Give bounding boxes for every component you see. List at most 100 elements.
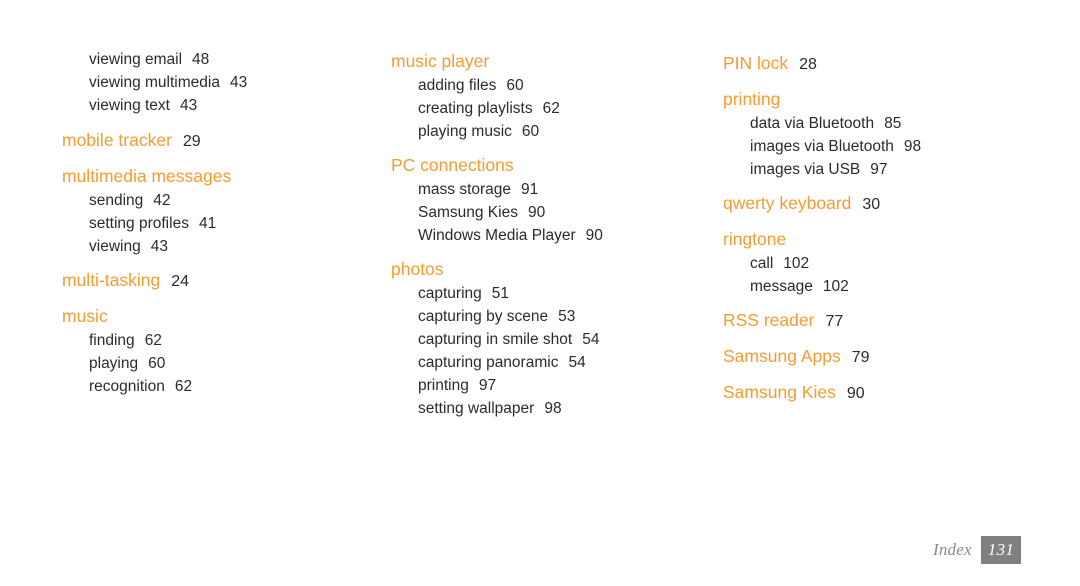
index-column-1: viewing email 48 viewing multimedia 43 viewi… [62, 48, 362, 398]
index-subentry-page-number: 62 [174, 378, 193, 395]
index-group: PC connections mass storage 91 Samsung Kies… [391, 153, 691, 247]
index-subentry-label: call [750, 255, 774, 272]
index-heading[interactable]: PC connections [391, 153, 691, 178]
index-subentry-label: sending [89, 192, 144, 209]
index-subentry[interactable]: recognition 62 [62, 375, 362, 398]
index-subentry-page-number: 43 [150, 238, 168, 255]
index-subentry-label: message [750, 278, 813, 295]
index-subentry[interactable]: viewing text 43 [62, 94, 362, 117]
index-subentry-page-number: 42 [153, 192, 171, 209]
index-heading-label: multimedia messages [62, 166, 232, 186]
index-subentry-page-number: 54 [582, 331, 600, 348]
index-heading[interactable]: music player [391, 49, 691, 74]
index-group: mobile tracker 29 [62, 128, 362, 154]
index-heading[interactable]: photos [391, 257, 691, 282]
index-subentry-label: viewing [89, 238, 141, 255]
page-footer: Index 131 [933, 536, 1022, 564]
index-subentry[interactable]: message 102 [723, 275, 1023, 298]
index-group: photos capturing 51 capturing by scene 53 cap… [391, 257, 691, 420]
index-heading-page-number: 90 [846, 385, 865, 402]
index-subentry[interactable]: mass storage 91 [391, 178, 691, 201]
index-subentry-label: Samsung Kies [418, 204, 518, 221]
index-subentry-page-number: 41 [198, 215, 217, 232]
index-subentry[interactable]: viewing 43 [62, 235, 362, 258]
index-heading-label: photos [391, 259, 444, 279]
index-heading[interactable]: RSS reader 77 [723, 308, 1023, 334]
index-heading-page-number: 24 [171, 273, 190, 290]
index-subentry[interactable]: playing 60 [62, 352, 362, 375]
index-subentry[interactable]: playing music 60 [391, 120, 691, 143]
index-subentry-label: recognition [89, 378, 165, 395]
index-subentry-label: viewing multimedia [89, 74, 220, 91]
index-heading-label: Samsung Kies [723, 382, 836, 402]
index-subentry[interactable]: capturing by scene 53 [391, 305, 691, 328]
index-heading[interactable]: Samsung Apps 79 [723, 344, 1023, 370]
index-heading-label: ringtone [723, 229, 787, 249]
index-subentry[interactable]: setting wallpaper 98 [391, 397, 691, 420]
index-subentry-page-number: 43 [179, 97, 198, 114]
index-heading[interactable]: printing [723, 87, 1023, 112]
index-subentry-page-number: 54 [568, 354, 586, 371]
index-subentry-page-number: 62 [542, 100, 560, 117]
index-subentry-page-number: 53 [558, 308, 576, 325]
index-heading-page-number: 28 [799, 56, 817, 73]
index-subentry[interactable]: sending 42 [62, 189, 362, 212]
index-subentry-label: images via Bluetooth [750, 138, 894, 155]
index-subentry-label: mass storage [418, 181, 512, 198]
index-group: multimedia messages sending 42 setting prof… [62, 164, 362, 258]
index-subentry-label: viewing email [89, 51, 183, 68]
index-subentry-label: setting profiles [89, 215, 189, 232]
index-subentry[interactable]: Windows Media Player 90 [391, 224, 691, 247]
index-heading[interactable]: music [62, 304, 362, 329]
index-heading-page-number: 77 [825, 313, 844, 330]
index-subentry[interactable]: creating playlists 62 [391, 97, 691, 120]
index-subentry[interactable]: call 102 [723, 252, 1023, 275]
index-heading[interactable]: PIN lock 28 [723, 51, 1023, 77]
index-subentry-page-number: 102 [783, 255, 810, 272]
index-subentry[interactable]: capturing 51 [391, 282, 691, 305]
index-subentry[interactable]: data via Bluetooth 85 [723, 112, 1023, 135]
index-subentry[interactable]: setting profiles 41 [62, 212, 362, 235]
index-group: PIN lock 28 [723, 51, 1023, 77]
index-heading[interactable]: multi-tasking 24 [62, 268, 362, 294]
index-group: music player adding files 60 creating playl… [391, 49, 691, 143]
index-subentry[interactable]: printing 97 [391, 374, 691, 397]
index-heading[interactable]: qwerty keyboard 30 [723, 191, 1023, 217]
index-subentry-page-number: 97 [478, 377, 497, 394]
index-subentry[interactable]: capturing in smile shot 54 [391, 328, 691, 351]
index-subentry[interactable]: adding files 60 [391, 74, 691, 97]
index-subentry[interactable]: Samsung Kies 90 [391, 201, 691, 224]
index-group: RSS reader 77 [723, 308, 1023, 334]
index-subentry-page-number: 90 [527, 204, 546, 221]
index-subentry[interactable]: images via USB 97 [723, 158, 1023, 181]
index-subentry-label: capturing by scene [418, 308, 549, 325]
index-subentry[interactable]: capturing panoramic 54 [391, 351, 691, 374]
index-column-2: music player adding files 60 creating playl… [391, 49, 691, 420]
index-subentry-label: viewing text [89, 97, 170, 114]
index-group: viewing email 48 viewing multimedia 43 viewi… [62, 48, 362, 117]
index-heading[interactable]: ringtone [723, 227, 1023, 252]
index-subentry-label: creating playlists [418, 100, 533, 117]
index-heading-label: Samsung Apps [723, 346, 841, 366]
index-group: music finding 62 playing 60 recognition 62 [62, 304, 362, 398]
index-subentry[interactable]: viewing multimedia 43 [62, 71, 362, 94]
index-subentry-label: playing music [418, 123, 512, 140]
index-heading-label: multi-tasking [62, 270, 161, 290]
index-heading[interactable]: mobile tracker 29 [62, 128, 362, 154]
index-heading[interactable]: multimedia messages [62, 164, 362, 189]
index-heading-label: PIN lock [723, 53, 789, 73]
index-subentry[interactable]: images via Bluetooth 98 [723, 135, 1023, 158]
index-group: qwerty keyboard 30 [723, 191, 1023, 217]
index-subentry-label: images via USB [750, 161, 861, 178]
index-heading-label: qwerty keyboard [723, 193, 852, 213]
index-heading[interactable]: Samsung Kies 90 [723, 380, 1023, 406]
index-subentry[interactable]: finding 62 [62, 329, 362, 352]
footer-page-number: 131 [980, 536, 1022, 564]
index-subentry-page-number: 98 [544, 400, 562, 417]
index-subentry-page-number: 51 [491, 285, 510, 302]
index-group: multi-tasking 24 [62, 268, 362, 294]
index-heading-page-number: 30 [862, 196, 881, 213]
index-subentry[interactable]: viewing email 48 [62, 48, 362, 71]
index-subentry-page-number: 91 [521, 181, 539, 198]
footer-section-label: Index [933, 540, 972, 559]
